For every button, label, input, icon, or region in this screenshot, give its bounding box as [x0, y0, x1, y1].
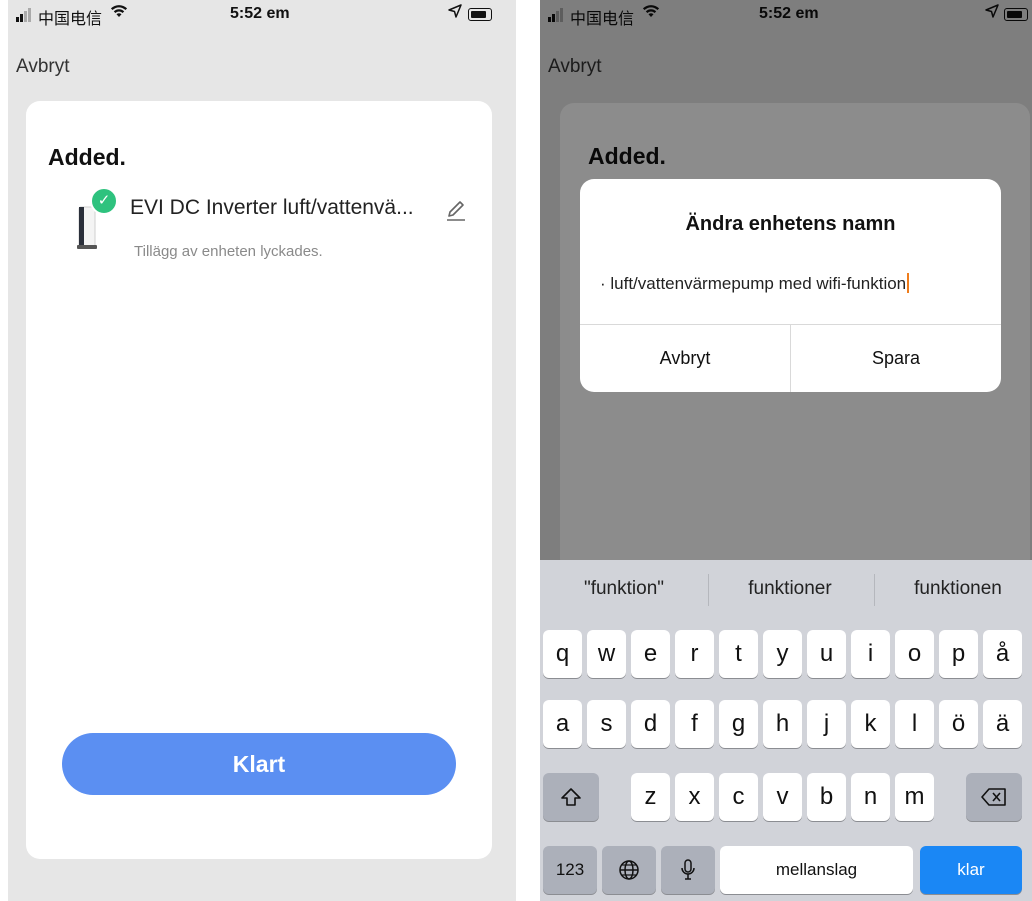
key-f[interactable]: f — [675, 700, 714, 748]
space-key[interactable]: mellanslag — [720, 846, 913, 894]
globe-key[interactable] — [602, 846, 656, 894]
key-o[interactable]: o — [895, 630, 934, 678]
location-icon — [448, 4, 462, 21]
key-b[interactable]: b — [807, 773, 846, 821]
signal-icon — [16, 8, 31, 22]
suggestion-1[interactable]: "funktion" — [554, 578, 694, 600]
key-g[interactable]: g — [719, 700, 758, 748]
wifi-icon — [110, 4, 128, 22]
device-name: EVI DC Inverter luft/vattenvä... — [130, 196, 414, 219]
key-w[interactable]: w — [587, 630, 626, 678]
check-icon: ✓ — [90, 187, 118, 215]
return-key[interactable]: klar — [920, 846, 1022, 894]
numbers-key[interactable]: 123 — [543, 846, 597, 894]
suggestion-3[interactable]: funktionen — [888, 578, 1028, 600]
key-a-umlaut[interactable]: ä — [983, 700, 1022, 748]
backspace-icon — [981, 783, 1007, 810]
rename-screen: 中国电信 5:52 em Avbryt Added. Ändra enheten… — [540, 0, 1032, 901]
shift-icon — [560, 783, 582, 810]
dialog-save-button[interactable]: Spara — [791, 325, 1001, 392]
device-name-input[interactable]: · luft/vattenvärmepump med wifi-funktion — [600, 273, 981, 294]
key-j[interactable]: j — [807, 700, 846, 748]
cancel-link[interactable]: Avbryt — [16, 56, 70, 78]
key-p[interactable]: p — [939, 630, 978, 678]
text-caret — [907, 273, 910, 293]
key-t[interactable]: t — [719, 630, 758, 678]
key-l[interactable]: l — [895, 700, 934, 748]
key-r[interactable]: r — [675, 630, 714, 678]
key-v[interactable]: v — [763, 773, 802, 821]
keyboard: "funktion" funktioner funktionen q w e r… — [540, 560, 1032, 901]
key-a[interactable]: a — [543, 700, 582, 748]
suggestion-2[interactable]: funktioner — [720, 578, 860, 600]
backspace-key[interactable] — [966, 773, 1022, 821]
device-name-input-value: · luft/vattenvärmepump med wifi-funktion — [600, 274, 907, 293]
carrier-label: 中国电信 — [38, 11, 103, 28]
battery-icon — [468, 8, 492, 21]
device-status: Tillägg av enheten lyckades. — [134, 243, 323, 260]
key-d[interactable]: d — [631, 700, 670, 748]
dialog-cancel-button[interactable]: Avbryt — [580, 325, 790, 392]
suggestion-divider — [708, 574, 709, 606]
result-card: Added. ✓ EVI DC Inverter luft/vattenvä..… — [26, 101, 492, 859]
key-x[interactable]: x — [675, 773, 714, 821]
suggestion-bar: "funktion" funktioner funktionen — [540, 560, 1032, 622]
status-bar: 中国电信 5:52 em — [8, 0, 516, 30]
key-h[interactable]: h — [763, 700, 802, 748]
key-c[interactable]: c — [719, 773, 758, 821]
key-k[interactable]: k — [851, 700, 890, 748]
key-s[interactable]: s — [587, 700, 626, 748]
pencil-icon[interactable] — [444, 198, 468, 227]
key-a-ring[interactable]: å — [983, 630, 1022, 678]
key-y[interactable]: y — [763, 630, 802, 678]
added-screen: 中国电信 5:52 em Avbryt Added. ✓ EVI DC Inve… — [8, 0, 516, 901]
clock-time: 5:52 em — [230, 5, 290, 22]
suggestion-divider — [874, 574, 875, 606]
shift-key[interactable] — [543, 773, 599, 821]
key-z[interactable]: z — [631, 773, 670, 821]
key-m[interactable]: m — [895, 773, 934, 821]
key-q[interactable]: q — [543, 630, 582, 678]
rename-dialog: Ändra enhetens namn · luft/vattenvärmepu… — [580, 179, 1001, 392]
dictation-key[interactable] — [661, 846, 715, 894]
dialog-title: Ändra enhetens namn — [685, 213, 896, 235]
done-button[interactable]: Klart — [62, 733, 456, 795]
added-title: Added. — [48, 144, 126, 170]
key-u[interactable]: u — [807, 630, 846, 678]
microphone-icon — [679, 856, 697, 883]
globe-icon — [618, 856, 640, 883]
key-o-umlaut[interactable]: ö — [939, 700, 978, 748]
key-e[interactable]: e — [631, 630, 670, 678]
key-n[interactable]: n — [851, 773, 890, 821]
key-i[interactable]: i — [851, 630, 890, 678]
